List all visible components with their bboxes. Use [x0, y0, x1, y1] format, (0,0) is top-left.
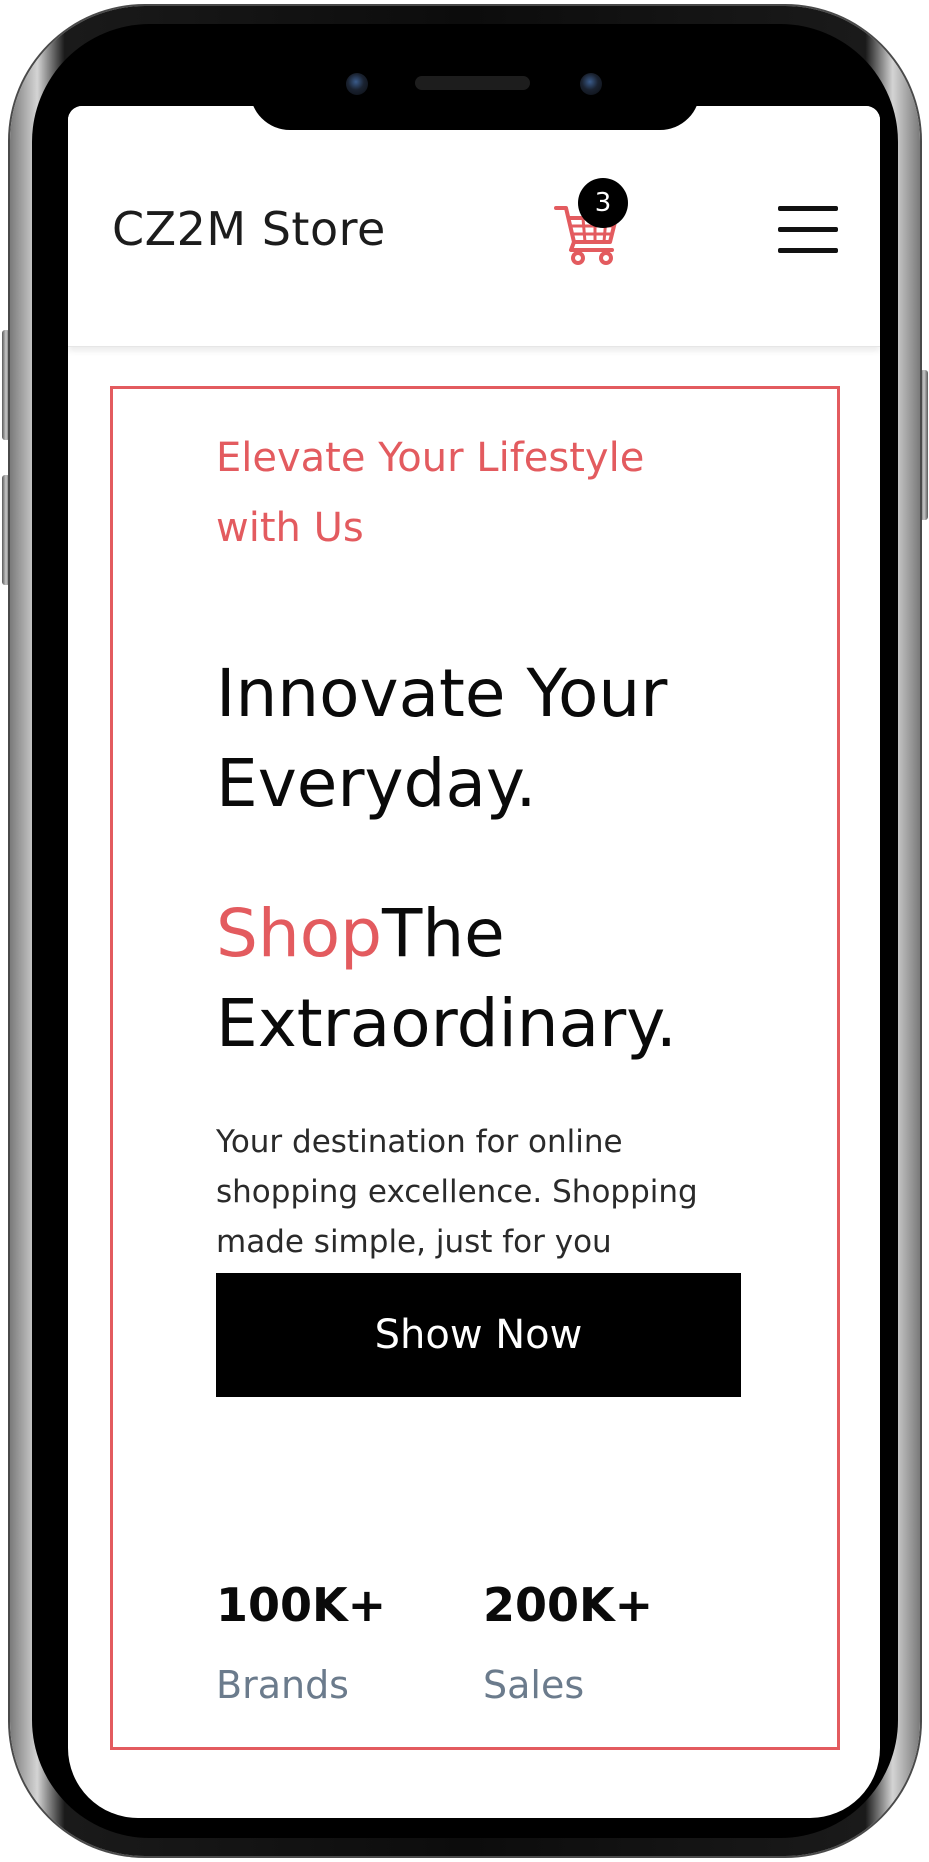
cart-count-badge: 3	[578, 178, 628, 228]
hero-section: Elevate Your Lifestyle with Us Innovate …	[110, 386, 840, 1750]
phone-notch	[250, 42, 700, 130]
volume-up-button	[2, 330, 10, 440]
site-header: CZ2M Store 3	[68, 106, 880, 347]
hamburger-menu-icon[interactable]	[778, 202, 838, 258]
stat-label: Sales	[483, 1663, 585, 1707]
stat-label: Brands	[216, 1663, 349, 1707]
stat-value: 100K+	[216, 1578, 387, 1632]
stat-sales: 200K+ Sales	[483, 1575, 653, 1715]
speaker-grille	[415, 76, 530, 90]
camera-icon	[346, 73, 368, 95]
hero-subheadline-accent: Shop	[216, 895, 382, 972]
show-now-button[interactable]: Show Now	[216, 1273, 741, 1397]
hero-description: Your destination for online shopping exc…	[216, 1124, 698, 1260]
store-logo-text[interactable]: CZ2M Store	[112, 202, 386, 256]
power-button	[920, 370, 928, 520]
screen: CZ2M Store 3 Elevate Your Lifestyle with…	[68, 106, 880, 1818]
hero-subheadline: ShopThe Extraordinary.	[216, 889, 796, 1069]
sensor-icon	[580, 73, 602, 95]
stat-brands: 100K+ Brands	[216, 1575, 386, 1715]
page: CZ2M Store 3 Elevate Your Lifestyle with…	[0, 0, 929, 1862]
hero-tagline: Elevate Your Lifestyle with Us	[216, 435, 645, 551]
stat-value: 200K+	[483, 1578, 654, 1632]
phone-frame: CZ2M Store 3 Elevate Your Lifestyle with…	[10, 6, 920, 1856]
hero-headline: Innovate Your Everyday.	[216, 655, 668, 822]
volume-down-button	[2, 475, 10, 585]
